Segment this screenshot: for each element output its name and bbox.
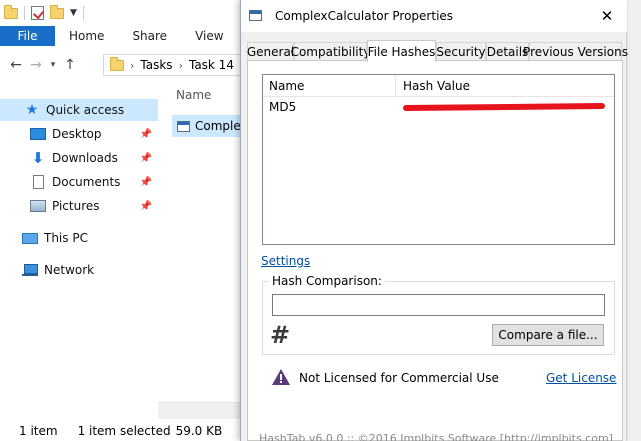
close-icon[interactable]: ✕: [593, 3, 621, 29]
ribbon-tab-share[interactable]: Share: [118, 26, 181, 46]
nav-item-documents[interactable]: Documents 📌: [0, 171, 158, 193]
forward-arrow-icon[interactable]: →: [26, 57, 46, 73]
ribbon-tab-file[interactable]: File: [0, 26, 55, 46]
pin-icon[interactable]: 📌: [140, 177, 152, 188]
pin-icon[interactable]: 📌: [140, 129, 152, 140]
column-header-name[interactable]: Name: [269, 79, 304, 93]
breadcrumb-separator-icon[interactable]: ›: [130, 59, 134, 72]
pin-icon[interactable]: 📌: [140, 201, 152, 212]
desktop-icon: [30, 128, 46, 140]
warning-triangle-icon: [272, 369, 290, 385]
nav-item-quick-access[interactable]: ★ Quick access: [0, 99, 158, 121]
status-bar: 1 item 1 item selected 59.0 KB: [0, 420, 241, 441]
status-size: 59.0 KB: [175, 423, 223, 438]
quick-access-toolbar: ▼: [0, 0, 241, 26]
customize-toolbar-chevron-icon[interactable]: ▼: [70, 8, 77, 18]
status-selected: 1 item selected: [77, 423, 171, 438]
hash-list[interactable]: Name Hash Value MD5: [262, 74, 615, 245]
file-name: ComplexCalculator: [195, 119, 241, 133]
hash-comparison-input[interactable]: [272, 294, 605, 316]
nav-item-label: Desktop: [52, 127, 102, 141]
tab-general[interactable]: General: [247, 42, 294, 61]
application-icon: [249, 10, 262, 21]
breadcrumb-item-tasks[interactable]: Tasks: [140, 58, 172, 72]
ribbon-tabs: File Home Share View: [0, 26, 241, 46]
nav-item-network[interactable]: Network: [0, 259, 158, 281]
ribbon-tab-home[interactable]: Home: [55, 26, 118, 46]
dialog-title: ComplexCalculator Properties: [275, 9, 454, 23]
ribbon-tab-view[interactable]: View: [181, 26, 237, 46]
nav-item-label: Network: [44, 263, 95, 277]
nav-item-label: Documents: [52, 175, 121, 189]
network-icon-wrap: [22, 263, 38, 277]
nav-item-downloads[interactable]: ⬇ Downloads 📌: [0, 147, 158, 169]
application-icon: [177, 120, 190, 132]
tab-file-hashes[interactable]: File Hashes: [367, 40, 436, 62]
breadcrumb-item-task-14[interactable]: Task 14: [189, 58, 234, 72]
network-icon: [22, 264, 38, 276]
navigation-pane: ★ Quick access Desktop 📌 ⬇ Downloads 📌 D…: [0, 92, 158, 402]
toolbar-separator: [24, 6, 25, 20]
folder-icon: [110, 56, 124, 71]
hash-icon: #: [270, 321, 291, 349]
new-folder-icon[interactable]: [50, 4, 64, 19]
get-license-link[interactable]: Get License: [546, 371, 616, 385]
computer-icon: [22, 232, 38, 244]
status-item-count: 1 item: [19, 423, 58, 438]
column-header-hash-value[interactable]: Hash Value: [403, 79, 470, 93]
hash-list-header: Name Hash Value: [263, 75, 614, 97]
pc-icon-wrap: [22, 231, 38, 245]
dialog-titlebar[interactable]: ComplexCalculator Properties ✕: [241, 0, 627, 32]
document-icon-wrap: [30, 175, 46, 189]
hash-algorithm: MD5: [269, 100, 297, 114]
nav-item-label: Downloads: [52, 151, 118, 165]
vertical-scrollbar[interactable]: [626, 0, 641, 441]
folder-icon[interactable]: [4, 4, 18, 19]
back-arrow-icon[interactable]: ←: [6, 57, 26, 73]
tab-security[interactable]: Security: [436, 42, 486, 61]
properties-check-icon[interactable]: [31, 6, 44, 20]
download-arrow-icon: ⬇: [31, 149, 45, 167]
hash-comparison-group: Hash Comparison: # Compare a file...: [262, 274, 615, 355]
star-icon: ★: [25, 102, 39, 118]
desktop-icon-wrap: [30, 127, 46, 141]
settings-link[interactable]: Settings: [261, 254, 310, 268]
document-icon: [32, 175, 44, 189]
column-header-name[interactable]: Name: [176, 88, 211, 102]
navigation-row: ← → ▾ ↑ › Tasks › Task 14: [0, 52, 241, 78]
pictures-icon-wrap: [30, 199, 46, 213]
nav-item-label: Pictures: [52, 199, 100, 213]
pictures-icon: [30, 200, 46, 212]
recent-locations-chevron-icon[interactable]: ▾: [46, 60, 60, 70]
nav-item-desktop[interactable]: Desktop 📌: [0, 123, 158, 145]
nav-item-pictures[interactable]: Pictures 📌: [0, 195, 158, 217]
breadcrumb-separator-icon[interactable]: ›: [179, 59, 183, 72]
address-bar[interactable]: › Tasks › Task 14: [103, 54, 241, 76]
file-hashes-page: Name Hash Value MD5 Settings Hash Compar…: [247, 60, 623, 441]
table-row[interactable]: MD5: [263, 99, 614, 116]
tab-previous-versions[interactable]: Previous Versions: [523, 42, 628, 61]
properties-dialog: ComplexCalculator Properties ✕ General C…: [240, 0, 628, 441]
property-tabs: General Compatibility File Hashes Securi…: [247, 40, 628, 62]
column-divider[interactable]: [395, 75, 396, 97]
license-status-text: Not Licensed for Commercial Use: [299, 371, 499, 385]
version-footer: HashTab v6.0.0 :: ©2016 Implbits Softwar…: [259, 432, 613, 441]
pin-icon[interactable]: 📌: [140, 153, 152, 164]
file-list-item[interactable]: ComplexCalculator: [172, 115, 241, 137]
compare-file-button[interactable]: Compare a file...: [492, 324, 604, 346]
toolbar-separator: [82, 6, 84, 20]
nav-item-this-pc[interactable]: This PC: [0, 227, 158, 249]
nav-item-label: This PC: [44, 231, 88, 245]
up-arrow-icon[interactable]: ↑: [60, 57, 80, 73]
hash-comparison-label: Hash Comparison:: [269, 274, 385, 288]
redacted-hash-value: [402, 102, 606, 112]
nav-item-label: Quick access: [46, 103, 125, 117]
tab-compatibility[interactable]: Compatibility: [291, 42, 370, 61]
horizontal-scrollbar[interactable]: [158, 402, 241, 419]
